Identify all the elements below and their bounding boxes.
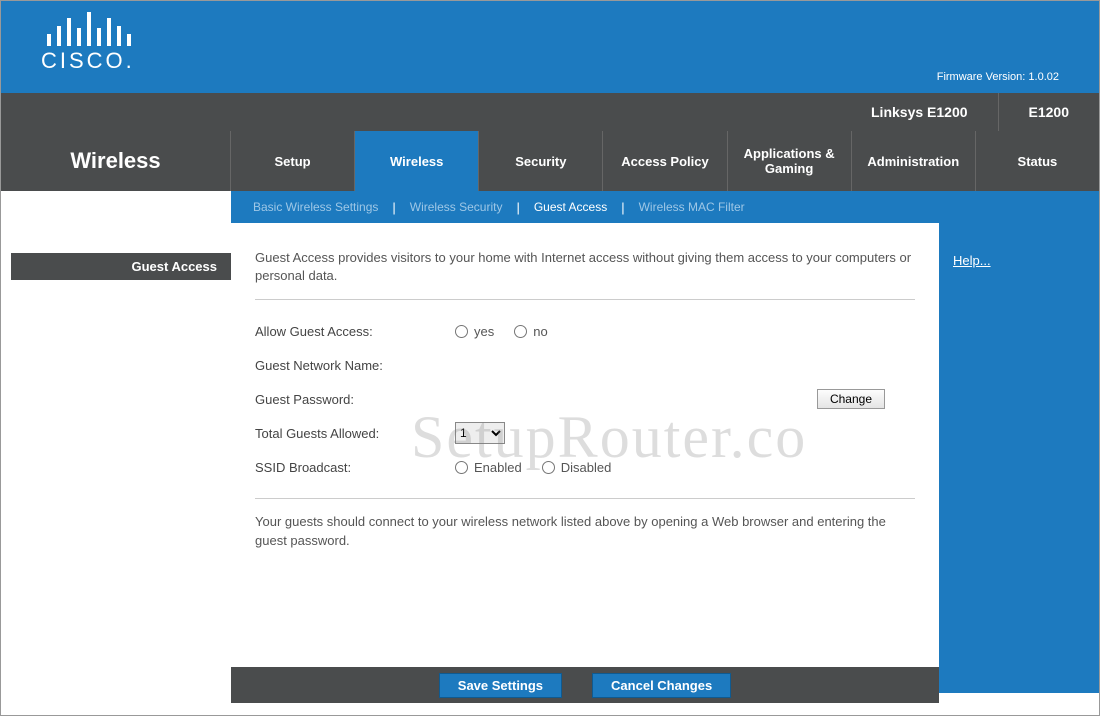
content-row: Guest Access Guest Access provides visit… [1,223,1099,693]
allow-no-radio[interactable] [514,325,527,338]
ssid-disabled-option[interactable]: Disabled [542,460,612,475]
allow-yes-radio[interactable] [455,325,468,338]
subnav-wireless-security[interactable]: Wireless Security [398,200,515,214]
right-column: Help... [939,223,1099,693]
nav-security[interactable]: Security [479,131,603,191]
guest-password-label: Guest Password: [255,392,455,407]
nav-access-policy[interactable]: Access Policy [603,131,727,191]
help-link[interactable]: Help... [953,253,991,268]
nav-applications-gaming[interactable]: Applications & Gaming [728,131,852,191]
allow-yes-label: yes [474,324,494,339]
subnav: Basic Wireless Settings | Wireless Secur… [231,191,1099,223]
change-button-wrap: Change [615,389,915,409]
cancel-changes-button[interactable]: Cancel Changes [592,673,731,698]
intro-text: Guest Access provides visitors to your h… [255,249,915,285]
allow-yes-option[interactable]: yes [455,324,494,339]
nav-status[interactable]: Status [976,131,1099,191]
header: CISCO. Firmware Version: 1.0.02 [1,1,1099,93]
divider [255,498,915,499]
main-nav: Setup Wireless Security Access Policy Ap… [231,131,1099,191]
allow-guest-radio-group: yes no [455,324,548,339]
subnav-row: Basic Wireless Settings | Wireless Secur… [1,191,1099,223]
brand-text: CISCO. [41,48,135,74]
app-window: CISCO. Firmware Version: 1.0.02 Linksys … [0,0,1100,716]
allow-guest-access-label: Allow Guest Access: [255,324,455,339]
subnav-basic-wireless[interactable]: Basic Wireless Settings [241,200,390,214]
model-bar: Linksys E1200 E1200 [1,93,1099,131]
nav-wireless[interactable]: Wireless [355,131,479,191]
change-button[interactable]: Change [817,389,885,409]
section-label: Guest Access [11,253,231,280]
subnav-wireless-mac-filter[interactable]: Wireless MAC Filter [627,200,757,214]
nav-setup[interactable]: Setup [231,131,355,191]
allow-no-option[interactable]: no [514,324,547,339]
nav-administration[interactable]: Administration [852,131,976,191]
subnav-guest-access[interactable]: Guest Access [522,200,619,214]
left-column: Guest Access [1,223,231,693]
ssid-broadcast-label: SSID Broadcast: [255,460,455,475]
footer-bar: Save Settings Cancel Changes [231,667,939,703]
row-allow-guest-access: Allow Guest Access: yes no [255,314,915,348]
row-guest-network-name: Guest Network Name: [255,348,915,382]
page-title: Wireless [1,131,231,191]
ssid-disabled-radio[interactable] [542,461,555,474]
total-guests-select[interactable]: 1 [455,422,505,444]
total-guests-label: Total Guests Allowed: [255,426,455,441]
model-code: E1200 [998,93,1099,131]
outro-text: Your guests should connect to your wirel… [255,513,915,549]
row-ssid-broadcast: SSID Broadcast: Enabled Disabled [255,450,915,484]
allow-no-label: no [533,324,547,339]
subnav-sep: | [514,200,521,215]
row-total-guests: Total Guests Allowed: 1 [255,416,915,450]
row-guest-password: Guest Password: Change [255,382,915,416]
subnav-spacer [1,191,231,223]
firmware-version: Firmware Version: 1.0.02 [937,71,1079,93]
subnav-sep: | [619,200,626,215]
divider [255,299,915,300]
ssid-enabled-radio[interactable] [455,461,468,474]
nav-row: Wireless Setup Wireless Security Access … [1,131,1099,191]
model-name: Linksys E1200 [841,104,998,120]
ssid-enabled-label: Enabled [474,460,522,475]
ssid-disabled-label: Disabled [561,460,612,475]
ssid-enabled-option[interactable]: Enabled [455,460,522,475]
subnav-sep: | [390,200,397,215]
guest-network-name-label: Guest Network Name: [255,358,455,373]
ssid-radio-group: Enabled Disabled [455,460,611,475]
brand-logo: CISCO. [41,11,135,74]
center-column: Guest Access provides visitors to your h… [231,223,939,693]
cisco-bars-icon [47,11,135,46]
save-settings-button[interactable]: Save Settings [439,673,562,698]
